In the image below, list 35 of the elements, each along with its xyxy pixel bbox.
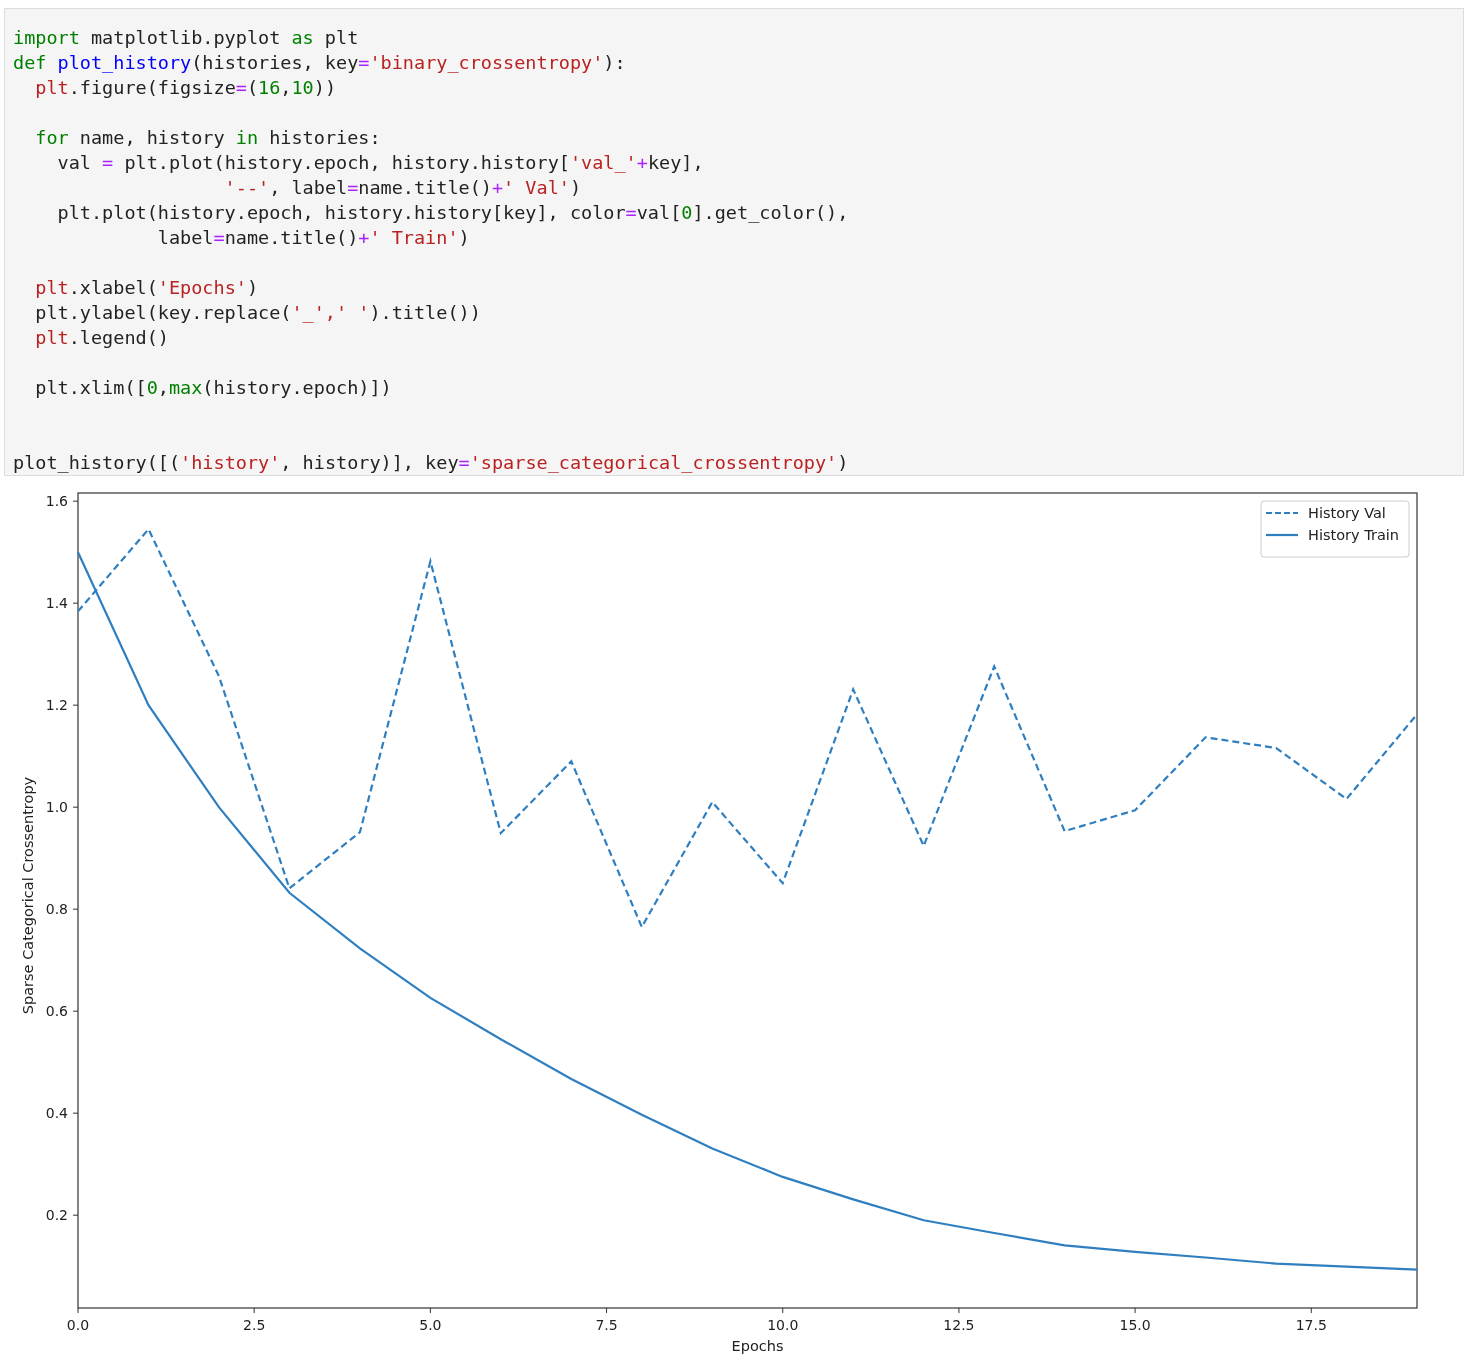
y-tick-label: 1.4	[45, 595, 68, 612]
x-tick-label: 0.0	[66, 1317, 90, 1333]
y-tick-label: 1.0	[45, 799, 68, 816]
y-tick-label: 0.6	[45, 1003, 68, 1020]
x-tick-label: 17.5	[1295, 1317, 1327, 1333]
code-line: plt.plot(history.epoch, history.history[key], color=val[0].get_color(),	[56, 201, 849, 225]
x-tick-label: 15.0	[1119, 1317, 1151, 1333]
x-axis-label: Epochs	[731, 1338, 784, 1354]
code-line: plt.figure(figsize=(16,10))	[34, 76, 337, 100]
x-tick-label: 2.5	[243, 1317, 266, 1333]
y-tick-label: 1.2	[45, 697, 68, 714]
code-line: import matplotlib.pyplot as plt	[13, 26, 359, 50]
y-tick-label: 0.2	[45, 1207, 68, 1224]
code-line: label=name.title()+' Train')	[156, 226, 470, 250]
x-tick-label: 12.5	[943, 1317, 975, 1333]
y-tick-label: 0.8	[45, 901, 68, 918]
x-tick-label: 10.0	[767, 1317, 799, 1333]
legend-line-icon	[1266, 533, 1298, 537]
legend-line-icon	[1266, 511, 1298, 515]
y-tick-label: 1.6	[45, 493, 68, 510]
y-axis-label: Sparse Categorical Crossentropy	[20, 776, 36, 1015]
code-line: def plot_history(histories, key='binary_crossentropy'):	[13, 51, 626, 75]
code-line: plt.xlabel('Epochs')	[34, 276, 259, 300]
legend-label: History Val	[1308, 505, 1386, 521]
x-tick-label: 7.5	[595, 1317, 618, 1333]
code-line: val = plt.plot(history.epoch, history.history['val_'+key],	[56, 151, 704, 175]
code-line: plt.ylabel(key.replace('_',' ').title())	[34, 301, 481, 325]
code-line: for name, history in histories:	[34, 126, 381, 150]
code-line: '--', label=name.title()+' Val')	[223, 176, 582, 200]
code-line: plt.legend()	[34, 326, 169, 350]
x-tick-label: 5.0	[419, 1317, 442, 1333]
code-line: plot_history([('history', history)], key='sparse_categorical_crossentropy')	[13, 451, 849, 475]
y-tick-label: 0.4	[45, 1105, 68, 1122]
legend-label: History Train	[1308, 527, 1399, 543]
code-line: plt.xlim([0,max(history.epoch)])	[34, 376, 392, 400]
